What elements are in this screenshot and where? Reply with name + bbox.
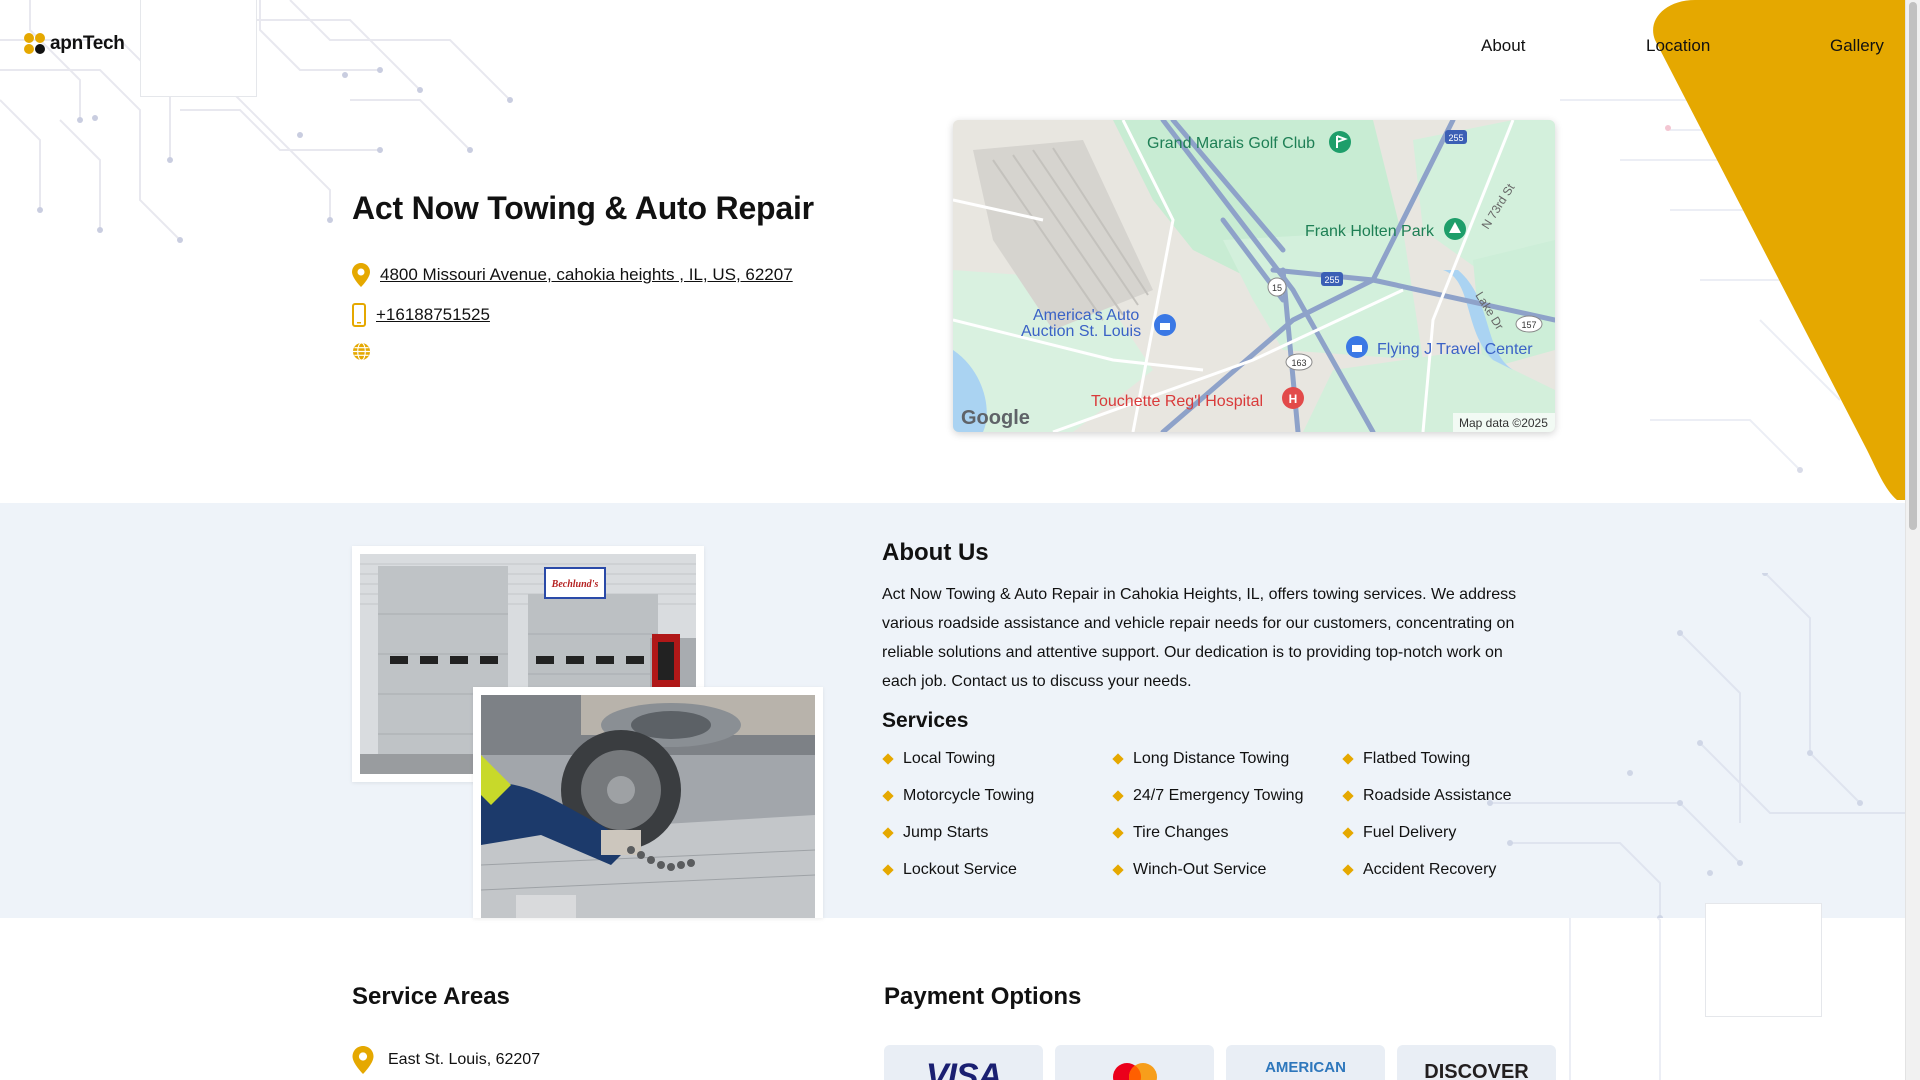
shop-marker-icon[interactable]	[1154, 314, 1176, 336]
nav-gallery[interactable]: Gallery	[1830, 36, 1884, 56]
svg-text:163: 163	[1291, 358, 1306, 368]
diamond-bullet-icon	[1112, 827, 1124, 839]
diamond-bullet-icon	[1342, 827, 1354, 839]
phone-link[interactable]: +16188751525	[376, 305, 490, 325]
services-title: Services	[882, 709, 969, 732]
globe-icon[interactable]	[352, 342, 371, 361]
address-link[interactable]: 4800 Missouri Avenue, cahokia heights , …	[380, 265, 793, 285]
route-badge: 255	[1321, 272, 1343, 286]
mastercard-card-icon: mastercard	[1055, 1045, 1214, 1080]
site-header: apnTech About Location Gallery	[0, 0, 1905, 97]
nav-location[interactable]: Location	[1646, 36, 1710, 56]
website-row	[352, 342, 371, 361]
payment-cards: VISA mastercard AMERICAN DISCOVER	[884, 1045, 1556, 1080]
map-canvas: 255 255 15 163 157 N 73rd St Lake Dr Gra…	[953, 120, 1555, 432]
diamond-bullet-icon	[882, 864, 894, 876]
vertical-scrollbar[interactable]	[1905, 0, 1920, 1080]
diamond-bullet-icon	[882, 790, 894, 802]
svg-text:Bechlund's: Bechlund's	[551, 579, 599, 590]
map-label-golf: Grand Marais Golf Club	[1147, 135, 1315, 152]
svg-text:H: H	[1289, 392, 1298, 406]
service-item: Flatbed Towing	[1342, 748, 1572, 770]
service-item: Fuel Delivery	[1342, 822, 1572, 844]
svg-text:255: 255	[1448, 133, 1463, 143]
location-pin-icon	[352, 1046, 374, 1074]
service-areas-title: Service Areas	[352, 983, 510, 1010]
service-item: Lockout Service	[882, 859, 1112, 881]
map-attribution: Map data ©2025	[1459, 416, 1548, 430]
phone-row: +16188751525	[352, 303, 490, 327]
diamond-bullet-icon	[1342, 753, 1354, 765]
phone-icon	[352, 303, 366, 327]
map-label-park: Frank Holten Park	[1305, 223, 1435, 240]
map-label-hospital: Touchette Reg'l Hospital	[1091, 393, 1263, 410]
amex-card-icon: AMERICAN	[1226, 1045, 1385, 1080]
shop-marker-icon[interactable]	[1346, 336, 1368, 358]
location-pin-icon	[352, 263, 370, 287]
diamond-bullet-icon	[1112, 864, 1124, 876]
address-row: 4800 Missouri Avenue, cahokia heights , …	[352, 263, 793, 287]
logo-icon	[24, 33, 46, 55]
map-label-auction-1: America's Auto	[1033, 307, 1139, 324]
tow-photo	[473, 687, 823, 918]
map-label-travel: Flying J Travel Center	[1377, 341, 1533, 358]
service-item: Motorcycle Towing	[882, 785, 1112, 807]
service-item: 24/7 Emergency Towing	[1112, 785, 1342, 807]
service-item: Local Towing	[882, 748, 1112, 770]
decorative-box	[1705, 903, 1822, 1017]
route-badge: 163	[1285, 353, 1313, 371]
service-item: Roadside Assistance	[1342, 785, 1572, 807]
diamond-bullet-icon	[1112, 753, 1124, 765]
route-badge: 255	[1445, 130, 1467, 144]
nav-about[interactable]: About	[1481, 36, 1525, 56]
route-badge: 157	[1515, 315, 1543, 333]
diamond-bullet-icon	[1342, 790, 1354, 802]
service-item: Accident Recovery	[1342, 859, 1572, 881]
diamond-bullet-icon	[1342, 864, 1354, 876]
hospital-marker-icon[interactable]: H	[1282, 387, 1304, 409]
discover-card-icon: DISCOVER	[1397, 1045, 1556, 1080]
payment-options-title: Payment Options	[884, 983, 1082, 1010]
about-description: Act Now Towing & Auto Repair in Cahokia …	[882, 586, 1517, 690]
visa-card-icon: VISA	[884, 1045, 1043, 1080]
service-item: Winch-Out Service	[1112, 859, 1342, 881]
service-area-item: East St. Louis, 62207	[352, 1046, 540, 1074]
google-logo: Google	[961, 407, 1030, 429]
about-title: About Us	[882, 539, 989, 566]
header-decorative-box	[140, 0, 257, 97]
service-item: Tire Changes	[1112, 822, 1342, 844]
map-label-auction-2: Auction St. Louis	[1021, 323, 1141, 340]
business-name: Act Now Towing & Auto Repair	[352, 190, 814, 226]
route-badge: 15	[1267, 277, 1287, 297]
logo[interactable]: apnTech	[24, 33, 125, 55]
page: apnTech About Location Gallery Act Now T…	[0, 0, 1905, 1080]
park-marker-icon[interactable]	[1444, 218, 1466, 240]
diamond-bullet-icon	[1112, 790, 1124, 802]
services-list: Local Towing Long Distance Towing Flatbe…	[882, 748, 1572, 881]
diamond-bullet-icon	[882, 827, 894, 839]
service-item: Jump Starts	[882, 822, 1112, 844]
svg-text:255: 255	[1324, 275, 1339, 285]
scrollbar-thumb[interactable]	[1909, 2, 1917, 530]
service-item: Long Distance Towing	[1112, 748, 1342, 770]
svg-text:157: 157	[1521, 320, 1536, 330]
golf-marker-icon[interactable]	[1329, 131, 1351, 153]
svg-text:15: 15	[1272, 283, 1282, 293]
location-map[interactable]: 255 255 15 163 157 N 73rd St Lake Dr Gra…	[953, 120, 1555, 432]
logo-text: apnTech	[50, 33, 125, 54]
diamond-bullet-icon	[882, 753, 894, 765]
